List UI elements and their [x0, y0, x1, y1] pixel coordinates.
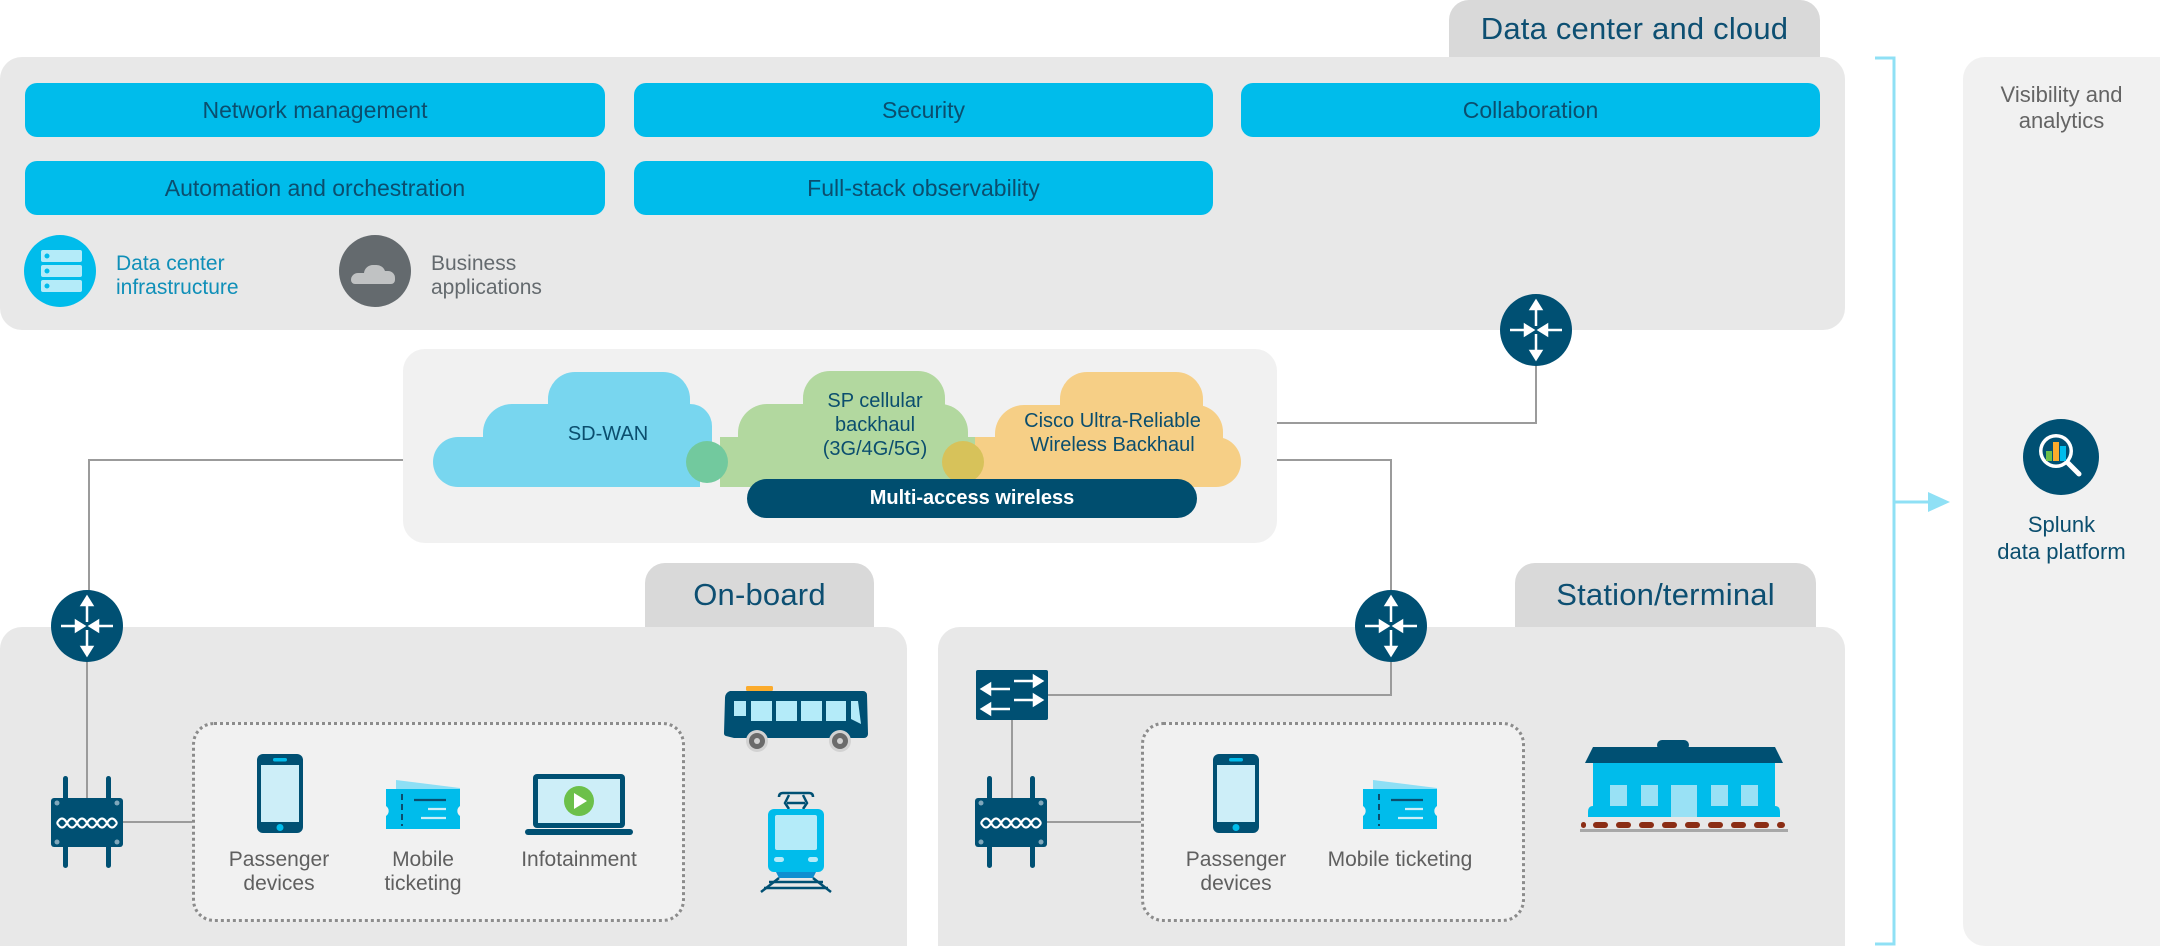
splunk-search-analytics-icon[interactable]	[2023, 419, 2099, 495]
arrow-right-icon	[1928, 492, 1950, 512]
bracket-connector	[1875, 56, 1950, 946]
visibility-panel	[1963, 57, 2160, 946]
splunk-platform-label: Splunk data platform	[1963, 511, 2160, 565]
label-line: analytics	[2018, 108, 2105, 133]
label-line: data platform	[1997, 539, 2126, 564]
label-line: Splunk	[2027, 512, 2096, 537]
visibility-title: Visibility and analytics	[1963, 82, 2160, 134]
label-line: Visibility and	[2000, 82, 2123, 107]
